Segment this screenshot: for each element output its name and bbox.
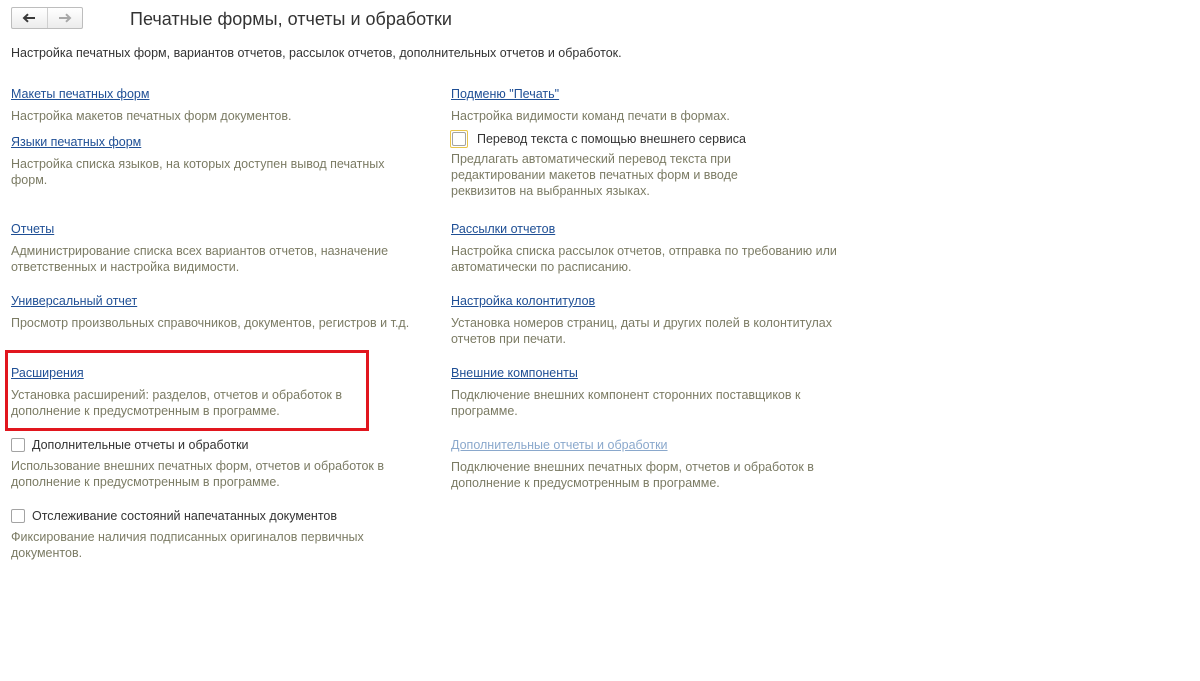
translation-description: Предлагать автоматический перевод текста…	[451, 152, 738, 198]
arrow-right-icon	[58, 13, 72, 23]
universal-report-link[interactable]: Универсальный отчет	[11, 293, 137, 309]
print-submenu-section: Подменю "Печать" Настройка видимости ком…	[451, 86, 730, 124]
navigation-buttons	[11, 7, 83, 29]
external-components-link[interactable]: Внешние компоненты	[451, 365, 578, 381]
print-languages-description: Настройка списка языков, на которых дост…	[11, 157, 385, 187]
translation-checkbox[interactable]	[450, 130, 468, 148]
tracking-section: Отслеживание состояний напечатанных доку…	[11, 508, 364, 561]
translation-label: Перевод текста с помощью внешнего сервис…	[477, 132, 746, 146]
universal-report-section: Универсальный отчет Просмотр произвольны…	[11, 293, 409, 331]
print-submenu-description: Настройка видимости команд печати в форм…	[451, 109, 730, 123]
print-languages-link[interactable]: Языки печатных форм	[11, 134, 141, 150]
reports-description: Администрирование списка всех вариантов …	[11, 244, 389, 274]
additional-reports-checkbox-row[interactable]: Дополнительные отчеты и обработки	[11, 437, 384, 453]
reports-link[interactable]: Отчеты	[11, 221, 54, 237]
forward-button[interactable]	[46, 8, 83, 28]
arrow-left-icon	[22, 13, 36, 23]
page-subtitle: Настройка печатных форм, вариантов отчет…	[11, 46, 622, 60]
report-mailings-description: Настройка списка рассылок отчетов, отпра…	[451, 244, 837, 274]
print-templates-link[interactable]: Макеты печатных форм	[11, 86, 149, 102]
report-mailings-link[interactable]: Рассылки отчетов	[451, 221, 555, 237]
additional-reports-label: Дополнительные отчеты и обработки	[32, 438, 249, 452]
extensions-link[interactable]: Расширения	[11, 365, 84, 381]
back-button[interactable]	[12, 8, 47, 28]
print-languages-section: Языки печатных форм Настройка списка язы…	[11, 134, 385, 188]
translation-checkbox-row[interactable]: Перевод текста с помощью внешнего сервис…	[450, 130, 746, 148]
report-mailings-section: Рассылки отчетов Настройка списка рассыл…	[451, 221, 837, 275]
extensions-section: Расширения Установка расширений: раздело…	[11, 365, 342, 419]
translation-checkbox-box	[452, 132, 466, 146]
translation-section: Перевод текста с помощью внешнего сервис…	[450, 130, 746, 199]
headers-footers-section: Настройка колонтитулов Установка номеров…	[451, 293, 832, 347]
tracking-checkbox[interactable]	[11, 509, 25, 523]
reports-section: Отчеты Администрирование списка всех вар…	[11, 221, 388, 275]
headers-footers-link[interactable]: Настройка колонтитулов	[451, 293, 595, 309]
additional-reports-section: Дополнительные отчеты и обработки Исполь…	[11, 437, 384, 490]
additional-reports-link-description: Подключение внешних печатных форм, отчет…	[451, 460, 814, 490]
additional-reports-link[interactable]: Дополнительные отчеты и обработки	[451, 437, 668, 453]
additional-reports-link-section: Дополнительные отчеты и обработки Подклю…	[451, 437, 814, 491]
external-components-section: Внешние компоненты Подключение внешних к…	[451, 365, 800, 419]
headers-footers-description: Установка номеров страниц, даты и других…	[451, 316, 832, 346]
tracking-checkbox-row[interactable]: Отслеживание состояний напечатанных доку…	[11, 508, 364, 524]
external-components-description: Подключение внешних компонент сторонних …	[451, 388, 801, 418]
universal-report-description: Просмотр произвольных справочников, доку…	[11, 316, 410, 330]
tracking-label: Отслеживание состояний напечатанных доку…	[32, 509, 337, 523]
print-submenu-link[interactable]: Подменю "Печать"	[451, 86, 559, 102]
additional-reports-description: Использование внешних печатных форм, отч…	[11, 459, 385, 489]
print-templates-section: Макеты печатных форм Настройка макетов п…	[11, 86, 292, 124]
tracking-description: Фиксирование наличия подписанных оригина…	[11, 530, 364, 560]
extensions-description: Установка расширений: разделов, отчетов …	[11, 388, 342, 418]
additional-reports-checkbox[interactable]	[11, 438, 25, 452]
print-templates-description: Настройка макетов печатных форм документ…	[11, 109, 292, 123]
page-title: Печатные формы, отчеты и обработки	[130, 9, 452, 29]
